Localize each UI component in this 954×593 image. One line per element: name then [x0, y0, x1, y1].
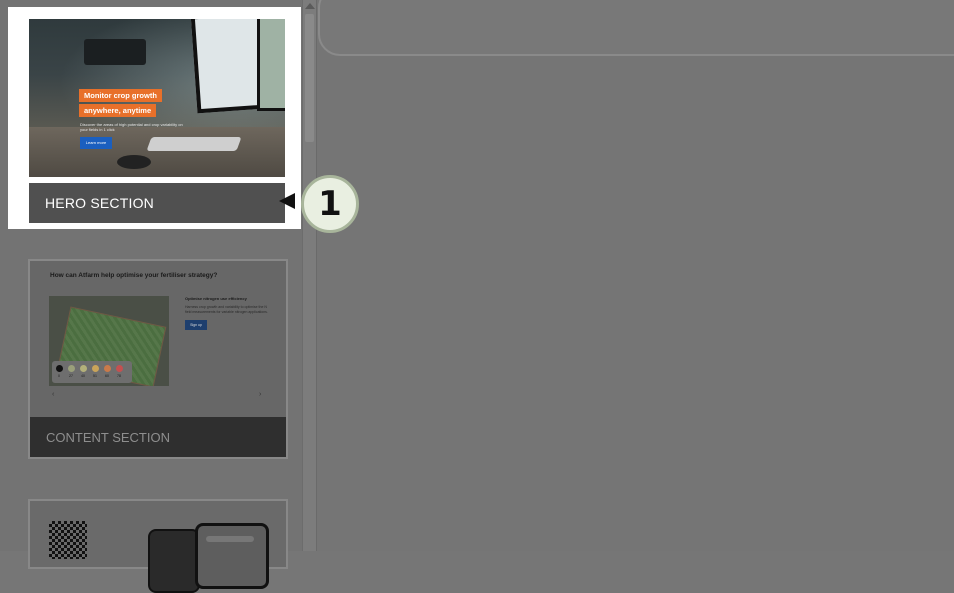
legend-dot: [68, 365, 75, 372]
callout-badge: 1: [301, 175, 359, 233]
legend-value: 60: [105, 374, 109, 378]
field-map-image: 0 27 40 51 60 78: [49, 296, 169, 386]
hero-section-label: HERO SECTION: [45, 195, 154, 211]
map-legend: 0 27 40 51 60 78: [52, 361, 132, 383]
content-side-title: Optimise nitrogen use efficiency: [185, 296, 247, 301]
content-signup-button: Sign up: [185, 320, 207, 330]
content-label-bar: CONTENT SECTION: [30, 417, 286, 457]
app-section-card[interactable]: [28, 499, 288, 593]
sidebar-scrollbar[interactable]: [302, 0, 317, 551]
top-rounded-panel: [318, 0, 954, 56]
legend-value: 0: [58, 374, 60, 378]
legend-dot: [80, 365, 87, 372]
legend-dot: [92, 365, 99, 372]
legend-value: 40: [81, 374, 85, 378]
hero-headline-line1: Monitor crop growth: [79, 89, 162, 102]
hero-subtext: Discover the areas of high potential and…: [80, 122, 183, 132]
content-section-card[interactable]: How can Atfarm help optimise your fertil…: [28, 259, 288, 459]
hero-label-bar: HERO SECTION: [29, 183, 285, 223]
hero-learn-more-button: Learn more: [80, 137, 112, 149]
legend-dot: [104, 365, 111, 372]
legend-dot: [56, 365, 63, 372]
hero-preview-image: Monitor crop growth anywhere, anytime Di…: [29, 19, 285, 177]
callout-number: 1: [318, 184, 342, 224]
main-canvas: [317, 0, 954, 551]
carousel-prev-icon: ‹: [52, 391, 55, 398]
phone-mockup-image: [195, 523, 269, 589]
carousel-next-icon: ›: [259, 391, 262, 398]
scroll-up-arrow-icon[interactable]: [305, 3, 315, 9]
legend-dot: [116, 365, 123, 372]
content-preview-title: How can Atfarm help optimise your fertil…: [50, 272, 218, 279]
legend-value: 51: [93, 374, 97, 378]
callout-pointer-icon: [279, 193, 295, 209]
legend-value: 78: [117, 374, 121, 378]
content-section-label: CONTENT SECTION: [46, 430, 170, 445]
phone-mockup-image: [148, 529, 200, 593]
hero-headline-line2: anywhere, anytime: [79, 104, 157, 117]
qr-code-image: [49, 521, 87, 559]
content-side-text: Harness crop growth and variability to o…: [185, 305, 268, 314]
scroll-thumb[interactable]: [305, 14, 314, 142]
legend-value: 27: [69, 374, 73, 378]
hero-section-card[interactable]: Monitor crop growth anywhere, anytime Di…: [8, 7, 301, 229]
